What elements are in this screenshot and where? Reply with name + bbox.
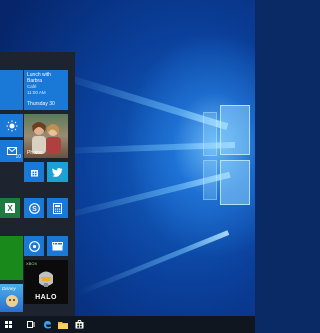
calculator-tile[interactable] [47,198,68,218]
character-icon [5,295,18,307]
taskbar [0,316,255,333]
calendar-day-label: Thursday 30 [27,101,55,107]
store-tile[interactable] [24,162,44,182]
halo-logo-text: HALO [35,294,57,301]
edge-button[interactable] [39,316,55,333]
sun-icon [6,120,17,131]
svg-text:S: S [32,206,37,213]
mail-count: 10 [15,154,21,160]
start-menu: Lunch with Barbra Café 11:00 AM Thursday… [0,52,75,316]
task-view-button[interactable] [23,316,39,333]
disney-logo-text: Disney [2,286,16,291]
music-disc-icon [28,240,40,252]
photo-people-image [32,122,61,154]
groove-music-tile[interactable] [24,236,44,256]
twitter-tile[interactable] [47,162,68,182]
store-bag-icon [30,169,38,176]
app-tile[interactable] [0,70,23,110]
skype-icon: S [28,202,40,214]
light-beam [79,230,230,295]
bird-icon [52,167,63,177]
excel-tile[interactable]: X [0,198,20,218]
xbox-app-tile[interactable] [0,236,23,280]
mail-tile[interactable]: 10 [0,140,23,162]
file-explorer-button[interactable] [55,316,71,333]
store-icon [75,320,83,329]
windows-logo-icon [4,321,12,328]
master-chief-icon [39,271,53,287]
folder-icon [58,321,68,329]
calendar-tile[interactable]: Lunch with Barbra Café 11:00 AM Thursday… [24,70,68,110]
window-pane [203,160,217,200]
halo-tile[interactable]: XBOX HALO [24,260,68,304]
store-button[interactable] [71,316,87,333]
disney-tile[interactable]: Disney [0,284,23,312]
window-pane [220,160,250,205]
window-pane [220,105,250,155]
skype-tile[interactable]: S [24,198,44,218]
task-view-icon [26,321,34,328]
photos-tile[interactable]: Photos [24,114,68,158]
xbox-badge: XBOX [26,261,38,266]
movies-tv-tile[interactable] [47,236,68,256]
edge-icon [43,321,51,329]
clapper-icon [52,241,63,250]
excel-icon: X [5,203,15,213]
start-button[interactable] [0,316,16,333]
calculator-icon [53,202,62,214]
weather-tile[interactable] [0,114,23,137]
event-time: 11:00 AM [27,90,46,95]
window-pane [203,112,217,156]
svg-text:X: X [7,204,13,213]
photos-label: Photos [27,150,43,156]
